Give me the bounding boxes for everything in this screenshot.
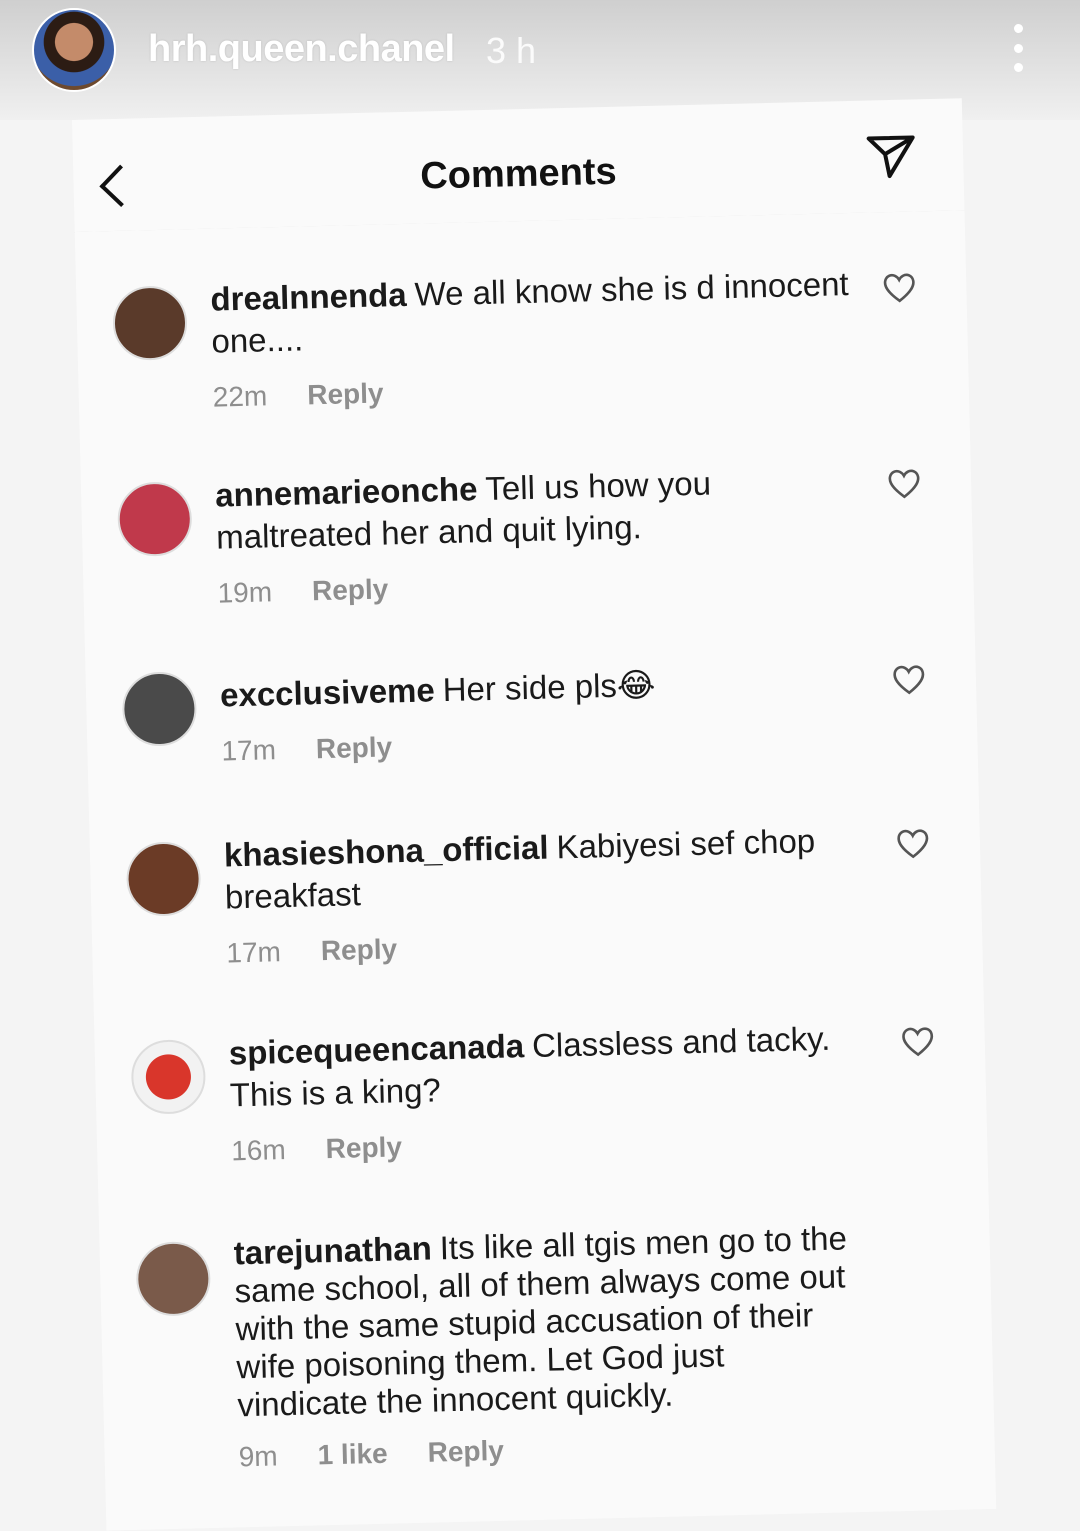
comment-time: 9m bbox=[238, 1440, 278, 1473]
comment-time: 22m bbox=[212, 380, 268, 413]
heart-icon[interactable] bbox=[896, 827, 931, 860]
heart-icon[interactable] bbox=[882, 271, 917, 304]
more-options-icon[interactable] bbox=[1006, 24, 1030, 72]
comment-item: tarejunathan Its like all tgis men go to … bbox=[99, 1216, 989, 1472]
heart-icon[interactable] bbox=[887, 467, 922, 500]
comment-text: Her side pls😂 bbox=[442, 665, 656, 709]
reply-button[interactable]: Reply bbox=[315, 726, 393, 770]
story-username[interactable]: hrh.queen.chanel bbox=[148, 28, 455, 71]
comment-username[interactable]: spicequeencanada bbox=[228, 1027, 524, 1071]
avatar[interactable] bbox=[116, 481, 193, 557]
reply-button[interactable]: Reply bbox=[427, 1432, 504, 1472]
reply-button[interactable]: Reply bbox=[312, 568, 389, 612]
comment-username[interactable]: drealnnenda bbox=[210, 276, 407, 318]
comment-item: khasieshona_official Kabiyesi sef chop br… bbox=[90, 816, 980, 968]
comment-item: annemarieonche Tell us how you maltreated… bbox=[81, 456, 971, 609]
avatar[interactable] bbox=[125, 841, 202, 917]
heart-icon[interactable] bbox=[900, 1025, 935, 1058]
comment-username[interactable]: excclusiveme bbox=[220, 671, 436, 713]
reply-button[interactable]: Reply bbox=[325, 1126, 402, 1170]
story-avatar[interactable] bbox=[32, 8, 116, 92]
send-icon[interactable] bbox=[862, 127, 919, 184]
comment-username[interactable]: tarejunathan bbox=[233, 1230, 432, 1272]
comment-time: 17m bbox=[226, 936, 282, 969]
heart-icon[interactable] bbox=[892, 663, 927, 696]
comment-time: 19m bbox=[217, 576, 273, 609]
avatar[interactable] bbox=[121, 671, 198, 747]
avatar[interactable] bbox=[112, 285, 188, 362]
reply-button[interactable]: Reply bbox=[307, 372, 384, 416]
reply-button[interactable]: Reply bbox=[320, 928, 397, 972]
comment-username[interactable]: khasieshona_official bbox=[224, 829, 549, 874]
comment-time: 16m bbox=[230, 1134, 287, 1167]
avatar[interactable] bbox=[130, 1039, 207, 1115]
story-timestamp: 3 h bbox=[486, 30, 537, 71]
page-title: Comments bbox=[419, 150, 618, 198]
comment-item: spicequeencanada Classless and tacky. Thi… bbox=[94, 1014, 984, 1166]
comment-time: 17m bbox=[221, 734, 277, 767]
comment-username[interactable]: annemarieonche bbox=[215, 470, 478, 513]
avatar[interactable] bbox=[135, 1240, 212, 1317]
comment-item: drealnnenda We all know she is d innocent… bbox=[76, 260, 966, 413]
comments-list: drealnnenda We all know she is d innocent… bbox=[74, 210, 997, 1531]
like-count[interactable]: 1 like bbox=[317, 1435, 388, 1475]
comment-item: excclusiveme Her side pls😂 17m Reply bbox=[86, 656, 976, 767]
comments-sheet: Comments drealnnenda We all know she is d… bbox=[72, 98, 997, 1531]
